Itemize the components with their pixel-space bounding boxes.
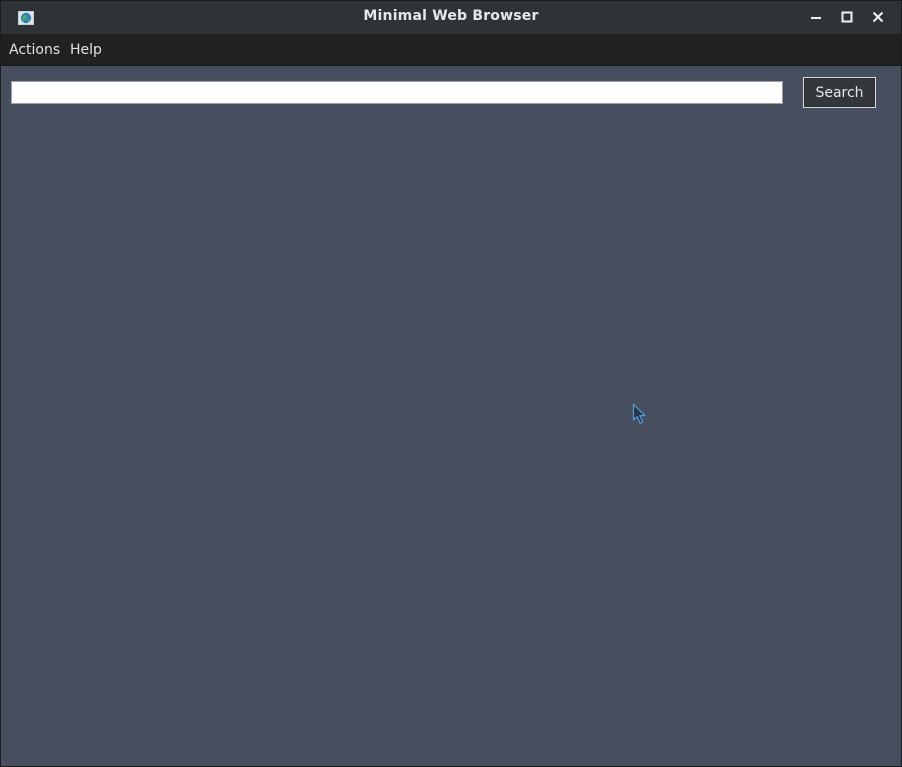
minimize-icon[interactable]	[808, 9, 824, 25]
title-bar[interactable]: Minimal Web Browser	[1, 1, 901, 35]
menu-bar: Actions Help	[1, 35, 901, 66]
mouse-cursor-icon	[632, 403, 648, 425]
search-button[interactable]: Search	[803, 77, 876, 108]
maximize-icon[interactable]	[839, 9, 855, 25]
window-title: Minimal Web Browser	[363, 8, 539, 24]
close-icon[interactable]	[870, 9, 886, 25]
menu-help[interactable]: Help	[70, 42, 102, 58]
content-area	[1, 66, 901, 766]
menu-actions[interactable]: Actions	[9, 42, 60, 58]
browser-window: Minimal Web Browser Actions Help Search	[0, 0, 902, 767]
search-input[interactable]	[11, 81, 783, 104]
